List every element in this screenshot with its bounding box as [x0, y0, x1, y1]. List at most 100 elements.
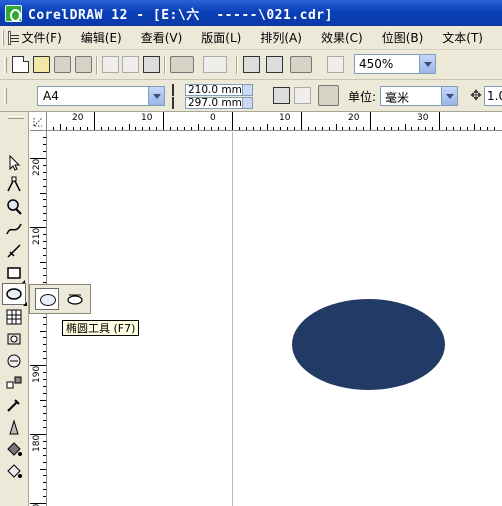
ruler-tick — [40, 399, 46, 401]
title-bar: CorelDRAW 12 - [E:\六 -----\021.cdr] — [0, 0, 502, 26]
freehand-tool-icon[interactable] — [5, 220, 23, 238]
copy-icon[interactable] — [122, 56, 139, 73]
cut-icon[interactable] — [102, 56, 119, 73]
ruler-tick — [43, 185, 46, 187]
application-launcher-icon[interactable] — [290, 56, 312, 73]
ruler-tick — [43, 378, 46, 380]
ruler-tick — [43, 316, 46, 318]
ellipse-tool-option-icon[interactable] — [35, 288, 59, 310]
ruler-tick — [66, 127, 68, 130]
ellipse-tool-flyout — [29, 284, 91, 314]
ruler-tick — [43, 475, 46, 477]
page-height-icon — [172, 97, 182, 109]
ruler-tick — [43, 358, 46, 360]
ruler-tick — [43, 199, 46, 201]
ruler-tick — [43, 496, 46, 498]
toolbar-separator — [96, 56, 98, 74]
pick-tool-icon[interactable] — [5, 154, 23, 172]
three-point-ellipse-tool-icon[interactable] — [66, 290, 84, 308]
page-width-field[interactable]: 210.0 mm — [185, 84, 253, 96]
eyedropper-tool-icon[interactable] — [5, 396, 23, 414]
zoom-level-combo[interactable]: 450% — [354, 54, 436, 74]
ruler-tick — [356, 127, 358, 130]
ruler-tick — [307, 127, 309, 130]
property-bar-grip[interactable] — [4, 88, 7, 104]
paper-size-combo[interactable]: A4 — [37, 86, 165, 106]
ruler-tick — [397, 127, 399, 130]
chevron-down-icon[interactable] — [441, 87, 457, 105]
zoom-level-value: 450% — [359, 57, 394, 71]
menu-grip[interactable] — [2, 29, 5, 46]
interactive-fill-tool-icon[interactable] — [5, 462, 23, 480]
undo-icon[interactable] — [170, 56, 194, 73]
ruler-tick — [370, 112, 371, 130]
basic-shapes-tool-icon[interactable] — [5, 330, 23, 348]
interactive-blend-tool-icon[interactable] — [5, 374, 23, 392]
export-icon[interactable] — [266, 56, 283, 73]
ruler-label: 190 — [32, 365, 42, 383]
spinner-icon[interactable] — [242, 98, 252, 108]
menu-edit[interactable]: 编辑(E) — [81, 29, 122, 46]
rectangle-tool-icon[interactable] — [5, 264, 25, 284]
spinner-icon[interactable] — [242, 85, 252, 95]
import-icon[interactable] — [243, 56, 260, 73]
toolbox-grip[interactable] — [8, 116, 24, 119]
ruler-tick — [238, 127, 240, 130]
nudge-distance-field[interactable]: 1.0 — [484, 86, 502, 106]
ruler-tick — [452, 127, 454, 130]
shape-tool-icon[interactable] — [5, 176, 23, 194]
text-tool-icon[interactable] — [5, 352, 23, 370]
page-height-field[interactable]: 297.0 mm — [185, 97, 253, 109]
ellipse-tool-icon[interactable] — [2, 283, 27, 306]
redo-icon[interactable] — [203, 56, 227, 73]
save-icon[interactable] — [54, 56, 71, 73]
smart-fill-tool-icon[interactable] — [5, 242, 23, 260]
menu-file[interactable]: 文件(F) — [21, 29, 61, 46]
ruler-origin[interactable] — [30, 112, 47, 131]
nudge-arrows-icon: ✥ — [470, 88, 482, 104]
ruler-tick — [43, 489, 46, 491]
ruler-tick — [43, 461, 46, 463]
landscape-orientation-icon[interactable] — [294, 87, 311, 104]
ruler-tick — [43, 406, 46, 408]
menu-arrange[interactable]: 排列(A) — [260, 29, 302, 46]
ellipse-shape[interactable] — [292, 299, 445, 390]
ruler-tick — [376, 127, 378, 130]
ruler-tick — [43, 137, 46, 139]
chevron-down-icon[interactable] — [419, 55, 435, 73]
ruler-label: 10 — [141, 113, 153, 123]
print-icon[interactable] — [75, 56, 92, 73]
fill-tool-icon[interactable] — [5, 440, 23, 458]
ruler-tick — [259, 127, 261, 130]
horizontal-ruler[interactable]: 20 10 0 10 20 30 — [30, 112, 502, 131]
corel-online-icon[interactable] — [327, 56, 344, 73]
outline-tool-icon[interactable] — [5, 418, 23, 436]
menu-layout[interactable]: 版面(L) — [201, 29, 241, 46]
zoom-tool-icon[interactable] — [5, 198, 23, 216]
toolbar-grip[interactable] — [4, 57, 7, 73]
ruler-tick — [43, 220, 46, 222]
drawing-canvas[interactable] — [48, 132, 502, 506]
ruler-tick — [107, 127, 109, 130]
vertical-ruler[interactable]: 220210200190180170 — [30, 131, 47, 506]
ruler-tick — [40, 330, 46, 332]
ruler-tick — [43, 268, 46, 270]
page-layout-icon[interactable] — [318, 85, 339, 106]
polygon-tool-icon[interactable] — [5, 308, 23, 326]
menu-view[interactable]: 查看(V) — [141, 29, 183, 46]
page-height-value: 297.0 mm — [188, 97, 242, 109]
portrait-orientation-icon[interactable] — [273, 87, 290, 104]
menu-text[interactable]: 文本(T) — [442, 29, 483, 46]
open-folder-icon[interactable] — [33, 56, 50, 73]
menu-bitmaps[interactable]: 位图(B) — [382, 29, 424, 46]
new-document-icon[interactable] — [12, 56, 29, 73]
ruler-tick — [301, 112, 302, 130]
ruler-tick — [287, 127, 289, 130]
menu-effects[interactable]: 效果(C) — [321, 29, 363, 46]
chevron-down-icon[interactable] — [148, 87, 164, 105]
menu-bar: 文件(F) 编辑(E) 查看(V) 版面(L) 排列(A) 效果(C) 位图(B… — [0, 26, 502, 50]
paste-icon[interactable] — [143, 56, 160, 73]
coreldraw-app-icon[interactable] — [5, 4, 22, 22]
units-combo[interactable]: 毫米 — [380, 86, 458, 106]
document-icon[interactable] — [8, 30, 21, 45]
